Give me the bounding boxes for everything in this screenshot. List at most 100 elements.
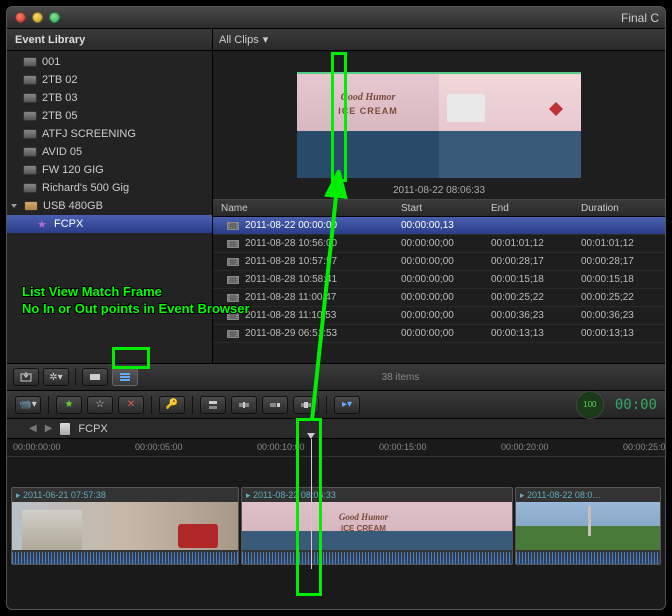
filmstrip-icon [227,240,239,248]
cell-start: 00:00:00;00 [401,253,491,270]
library-item[interactable]: ATFJ SCREENING [7,125,212,143]
library-item[interactable]: 2TB 03 [7,89,212,107]
clip-filter-dropdown[interactable]: All Clips ▾ [219,33,268,46]
list-view-button[interactable] [112,368,138,386]
titlebar[interactable]: Final C [7,7,665,29]
connect-button[interactable] [200,396,226,414]
project-icon [60,423,70,435]
nav-fwd[interactable]: ▶ [45,423,53,434]
library-item[interactable]: ★FCPX [7,215,212,233]
library-item[interactable]: USB 480GB [7,197,212,215]
close-icon[interactable] [15,12,26,23]
camera-import-button[interactable]: 📹▾ [15,396,41,414]
annotation-arrow [300,170,350,430]
item-count: 38 items [382,372,420,383]
render-gauge: 100 [576,391,604,419]
col-duration[interactable]: Duration [581,200,661,216]
library-item[interactable]: Richard's 500 Gig [7,179,212,197]
cell-start: 00:00:00;00 [401,271,491,288]
cell-duration: 00:00:36;23 [581,307,661,324]
harddrive-icon [23,165,37,175]
nav-back[interactable]: ◀ [29,423,37,434]
library-item[interactable]: FW 120 GIG [7,161,212,179]
timecode-display: 00:00 [615,397,657,413]
ruler-tick: 00:00:15:00 [379,442,427,452]
clip-label: 2011-08-22 08:0… [520,490,601,501]
col-end[interactable]: End [491,200,581,216]
filmstrip-icon [227,330,239,338]
usb-drive-icon [24,201,38,211]
cell-end: 00:00:15;18 [491,271,581,288]
library-item-label: USB 480GB [43,200,103,212]
library-item-label: 2TB 03 [42,92,77,104]
cell-duration: 00:00:25;22 [581,289,661,306]
filmstrip-view-button[interactable] [82,368,108,386]
timeline-clip[interactable]: 2011-08-22 08:0… [515,487,661,565]
table-row[interactable]: 2011-08-29 06:51:5300:00:00;0000:00:13;1… [213,325,665,343]
harddrive-icon [23,183,37,193]
library-item-label: 2TB 02 [42,74,77,86]
table-row[interactable]: 2011-08-28 10:58:4100:00:00;0000:00:15;1… [213,271,665,289]
timeline-clip[interactable]: 2011-06-21 07:57:38 [11,487,239,565]
annotation-text: List View Match Frame No In or Out point… [22,284,250,318]
timeline-body[interactable]: 2011-06-21 07:57:38 2011-08-22 08:06:33 … [7,457,665,607]
window-title: Final C [621,11,659,25]
project-name[interactable]: FCPX [78,423,107,435]
cell-end: 00:00:36;23 [491,307,581,324]
insert-button[interactable] [231,396,257,414]
harddrive-icon [23,129,37,139]
filmstrip-icon [227,276,239,284]
cell-end: 00:00:13;13 [491,325,581,342]
timeline-clip[interactable]: 2011-08-22 08:06:33 Good Humor ICE CREAM [241,487,513,565]
reject-button[interactable]: ✕ [118,396,144,414]
cell-duration [581,217,661,234]
table-row[interactable]: 2011-08-28 11:00:4700:00:00;0000:00:25;2… [213,289,665,307]
ruler-tick: 00:00:00:00 [13,442,61,452]
clip-label: 2011-08-22 08:06:33 [246,490,336,501]
cell-end [491,217,581,234]
disclosure-icon [11,204,17,208]
table-header[interactable]: Name Start End Duration [213,199,665,217]
table-row[interactable]: 2011-08-28 10:57:5700:00:00;0000:00:28;1… [213,253,665,271]
library-item-label: FCPX [54,218,83,230]
cell-start: 00:00:00,13 [401,217,491,234]
table-row[interactable]: 2011-08-22 00:00:0000:00:00,13 [213,217,665,235]
library-item-label: AVID 05 [42,146,82,158]
keyword-button[interactable]: 🔑 [159,396,185,414]
library-item-label: Richard's 500 Gig [42,182,129,194]
zoom-icon[interactable] [49,12,60,23]
annotation-highlight-listview [112,347,150,369]
table-row[interactable]: 2011-08-28 11:10:5300:00:00;0000:00:36;2… [213,307,665,325]
cell-duration: 00:00:28;17 [581,253,661,270]
table-row[interactable]: 2011-08-28 10:56:0000:00:00;0000:01:01;1… [213,235,665,253]
col-start[interactable]: Start [401,200,491,216]
annotation-highlight-browser [331,52,347,182]
library-item-label: ATFJ SCREENING [42,128,136,140]
cell-start: 00:00:00;00 [401,235,491,252]
ruler-tick: 00:00:20:00 [501,442,549,452]
filmstrip-area[interactable]: Good Humor ICE CREAM 2011-08-22 08:06:33 [213,51,665,199]
timeline-ruler[interactable]: 00:00:00:0000:00:05:0000:00:10:0000:00:1… [7,439,665,457]
library-header: Event Library [7,29,212,51]
cell-end: 00:00:25;22 [491,289,581,306]
harddrive-icon [23,57,37,67]
thumb-text: ICE CREAM [338,106,398,116]
harddrive-icon [23,111,37,121]
settings-button[interactable]: ✲▾ [43,368,69,386]
unrate-button[interactable]: ☆ [87,396,113,414]
ruler-tick: 00:00:25:00 [623,442,666,452]
library-item[interactable]: 2TB 05 [7,107,212,125]
library-item[interactable]: AVID 05 [7,143,212,161]
append-button[interactable] [262,396,288,414]
import-button[interactable] [13,368,39,386]
clip-table: Name Start End Duration 2011-08-22 00:00… [213,199,665,363]
favorite-button[interactable]: ★ [56,396,82,414]
library-item[interactable]: 2TB 02 [7,71,212,89]
minimize-icon[interactable] [32,12,43,23]
traffic-lights [7,12,60,23]
clip-label: 2011-06-21 07:57:38 [16,490,106,501]
library-item-label: 001 [42,56,60,68]
library-item[interactable]: 001 [7,53,212,71]
harddrive-icon [23,93,37,103]
thumb-timestamp: 2011-08-22 08:06:33 [393,185,485,196]
